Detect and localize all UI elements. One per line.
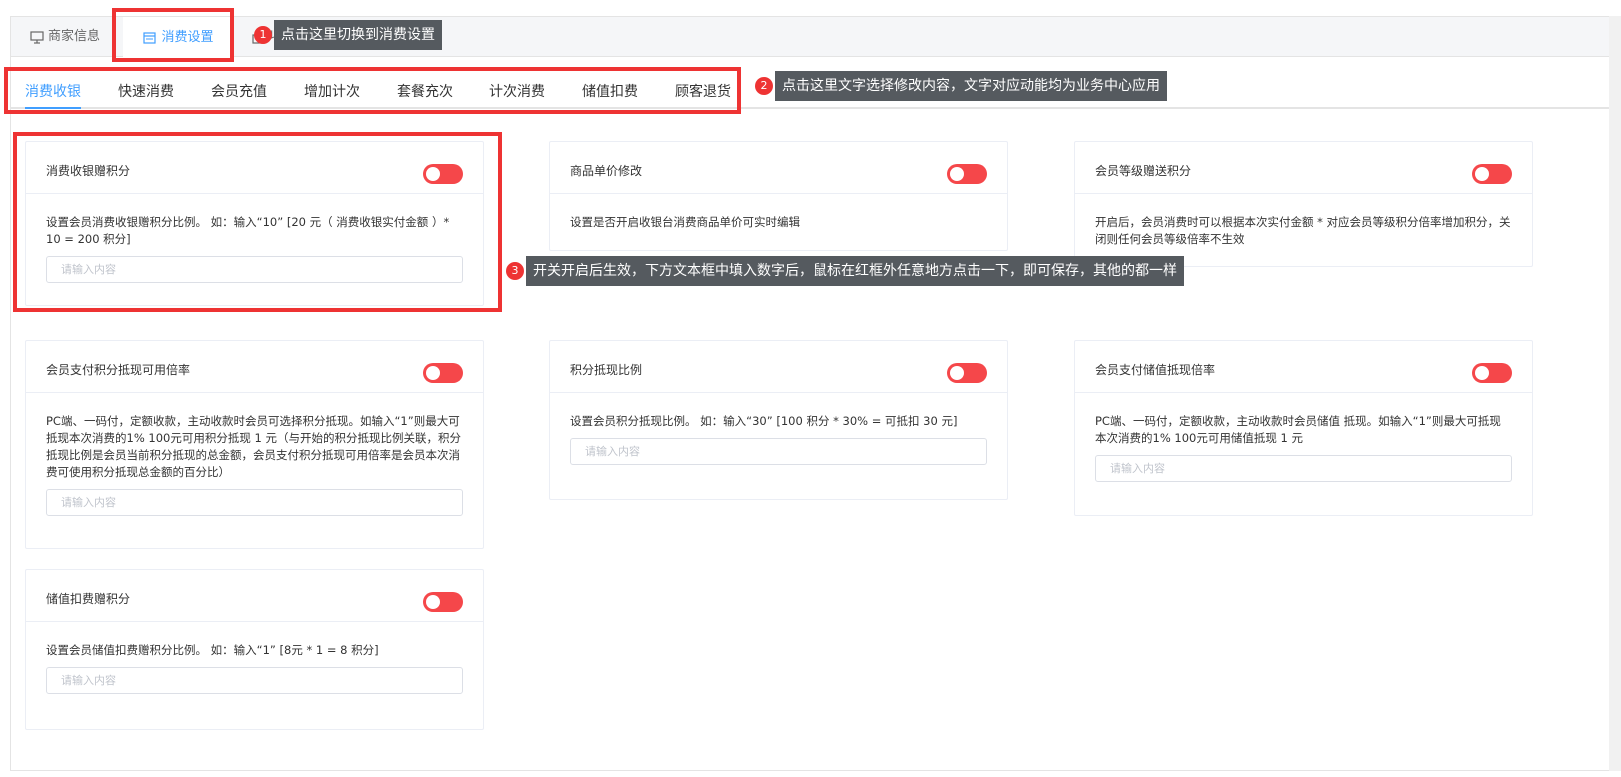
settings-panel: 商家信息 消费设置 收 消费收银 快速消费 会员充值 增加计次 套餐充次 计次消… (10, 16, 1621, 771)
subtab-checkout[interactable]: 消费收银 (25, 81, 81, 101)
subtab-count-consume[interactable]: 计次消费 (489, 81, 545, 101)
toggle-switch[interactable] (1472, 363, 1512, 383)
card-description: 设置会员消费收银赠积分比例。 如：输入“10” [20 元（ 消费收银实付金额 … (46, 215, 450, 246)
stored-points-input[interactable] (46, 667, 463, 694)
card-description: PC端、一码付，定额收款，主动收款时会员可选择积分抵现。如输入“1”则最大可抵现… (46, 414, 461, 479)
card-checkout-points: 消费收银赠积分 设置会员消费收银赠积分比例。 如：输入“10” [20 元（ 消… (25, 141, 484, 306)
card-title: 会员支付储值抵现倍率 (1095, 363, 1216, 377)
annotation-3: 3 开关开启后生效，下方文本框中填入数字后，鼠标在红框外任意地方点击一下，即可保… (506, 256, 1184, 286)
subtab-stored-deduct[interactable]: 储值扣费 (582, 81, 638, 101)
card-title: 储值扣费赠积分 (46, 592, 131, 606)
card-unit-price-edit: 商品单价修改 设置是否开启收银台消费商品单价可实时编辑 (549, 141, 1008, 251)
annotation-number: 2 (755, 77, 773, 95)
annotation-text: 开关开启后生效，下方文本框中填入数字后，鼠标在红框外任意地方点击一下，即可保存，… (526, 256, 1184, 286)
card-title: 积分抵现比例 (570, 363, 643, 377)
vertical-scrollbar[interactable] (1609, 16, 1621, 771)
subtab-member-recharge[interactable]: 会员充值 (211, 81, 267, 101)
toggle-switch[interactable] (1472, 164, 1512, 184)
card-stored-value-deduct-rate: 会员支付储值抵现倍率 PC端、一码付，定额收款，主动收款时会员储值 抵现。如输入… (1074, 340, 1533, 516)
card-description: 开启后，会员消费时可以根据本次实付金额 * 对应会员等级积分倍率增加积分，关闭则… (1095, 215, 1511, 246)
toggle-switch[interactable] (423, 363, 463, 383)
annotation-text: 点击这里切换到消费设置 (274, 20, 442, 50)
subtab-quick-consume[interactable]: 快速消费 (118, 81, 174, 101)
points-ratio-input[interactable] (46, 256, 463, 283)
annotation-number: 3 (506, 262, 524, 280)
card-stored-deduct-points: 储值扣费赠积分 设置会员储值扣费赠积分比例。 如：输入“1” [8元 * 1 =… (25, 569, 484, 730)
subtab-add-count[interactable]: 增加计次 (304, 81, 360, 101)
card-points-deduct-rate: 会员支付积分抵现可用倍率 PC端、一码付，定额收款，主动收款时会员可选择积分抵现… (25, 340, 484, 549)
toggle-switch[interactable] (947, 164, 987, 184)
cash-ratio-input[interactable] (570, 438, 987, 465)
tab-label: 商家信息 (48, 29, 101, 44)
annotation-text: 点击这里文字选择修改内容，文字对应动能均为业务中心应用 (775, 71, 1167, 101)
annotation-1: 1 点击这里切换到消费设置 (254, 20, 442, 50)
card-description: 设置是否开启收银台消费商品单价可实时编辑 (570, 215, 800, 229)
deduct-rate-input[interactable] (46, 489, 463, 516)
active-subtab-underline (25, 107, 81, 109)
toggle-switch[interactable] (423, 164, 463, 184)
top-tab-bar: 商家信息 消费设置 收 (11, 17, 1620, 58)
subtab-package-recharge[interactable]: 套餐充次 (397, 81, 453, 101)
card-description: 设置会员积分抵现比例。 如：输入“30” [100 积分 * 30% = 可抵扣… (570, 414, 958, 428)
card-level-bonus-points: 会员等级赠送积分 开启后，会员消费时可以根据本次实付金额 * 对应会员等级积分倍… (1074, 141, 1533, 267)
tab-merchant-info[interactable]: 商家信息 (29, 17, 100, 57)
calendar-icon (142, 30, 157, 45)
toggle-switch[interactable] (423, 592, 463, 612)
card-title: 会员支付积分抵现可用倍率 (46, 363, 191, 377)
card-points-cash-ratio: 积分抵现比例 设置会员积分抵现比例。 如：输入“30” [100 积分 * 30… (549, 340, 1008, 500)
annotation-number: 1 (254, 26, 272, 44)
annotation-2: 2 点击这里文字选择修改内容，文字对应动能均为业务中心应用 (755, 71, 1167, 101)
card-description: 设置会员储值扣费赠积分比例。 如：输入“1” [8元 * 1 = 8 积分] (46, 643, 379, 657)
stored-deduct-input[interactable] (1095, 455, 1512, 482)
card-title: 商品单价修改 (570, 164, 643, 178)
tab-consumption-settings[interactable]: 消费设置 (123, 17, 233, 58)
tab-label: 消费设置 (161, 29, 214, 45)
card-description: PC端、一码付，定额收款，主动收款时会员储值 抵现。如输入“1”则最大可抵现本次… (1095, 414, 1501, 445)
monitor-icon (29, 30, 44, 45)
card-title: 会员等级赠送积分 (1095, 164, 1192, 178)
card-title: 消费收银赠积分 (46, 164, 131, 178)
toggle-switch[interactable] (947, 363, 987, 383)
subtab-customer-return[interactable]: 顾客退货 (675, 81, 731, 101)
